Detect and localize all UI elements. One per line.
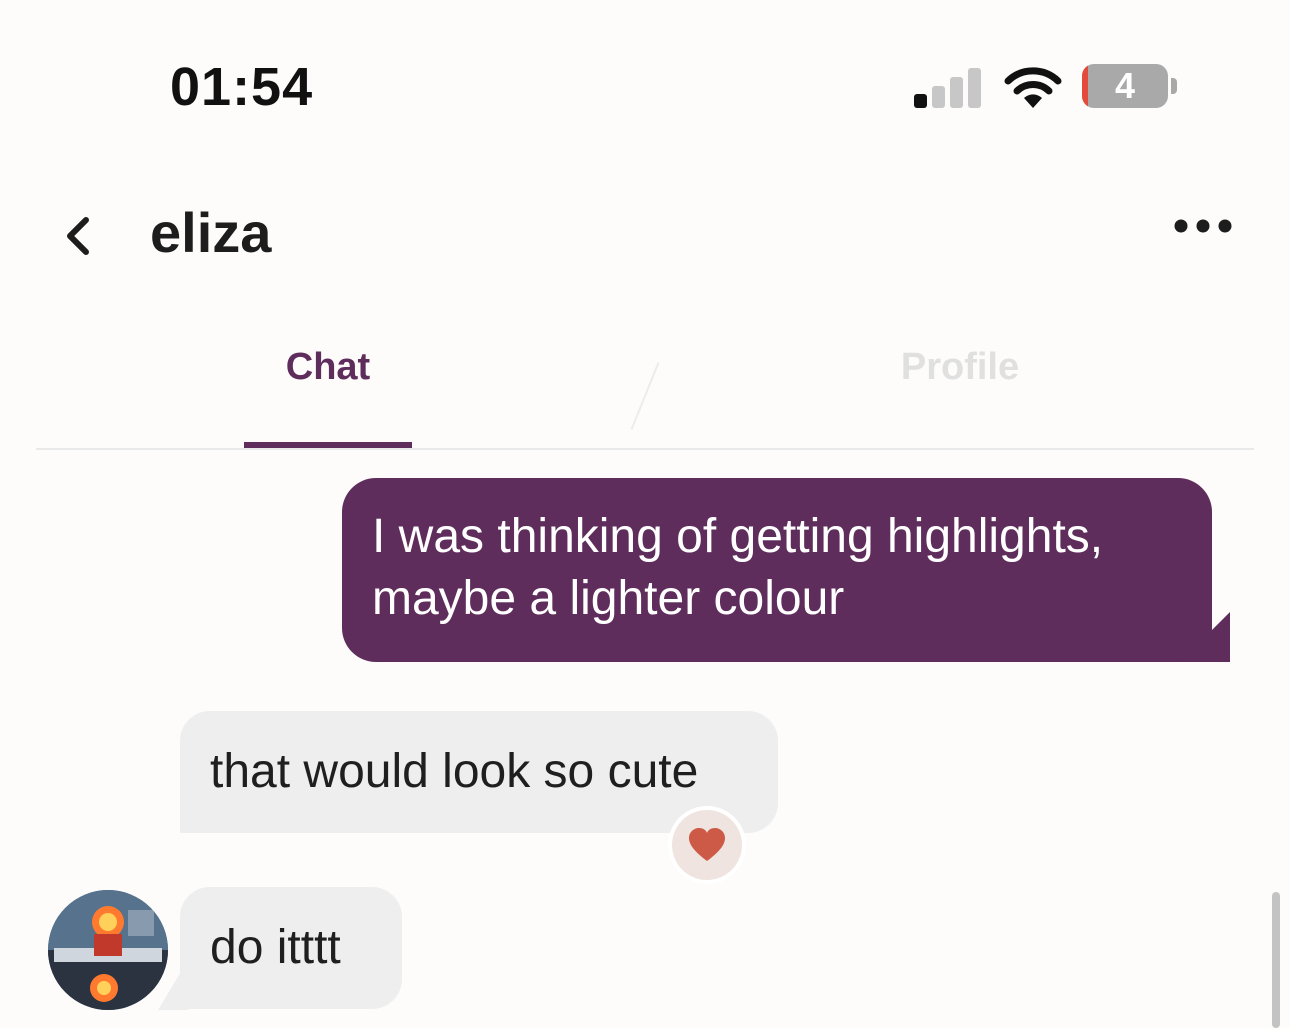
tab-profile[interactable]: Profile <box>860 346 1060 396</box>
more-options-button[interactable] <box>1168 208 1238 244</box>
battery-icon: 4 <box>1082 64 1168 108</box>
status-time: 01:54 <box>170 57 314 117</box>
chat-screen: 01:54 4 eliza Chat Profile I was thinkin… <box>0 0 1290 1028</box>
avatar-photo <box>48 890 168 1010</box>
tab-chat[interactable]: Chat <box>244 346 412 396</box>
heart-icon <box>689 828 725 861</box>
ellipsis-icon <box>1174 219 1232 233</box>
cellular-signal-icon <box>914 66 984 108</box>
outgoing-message[interactable]: I was thinking of getting highlights, ma… <box>342 478 1212 662</box>
contact-name[interactable]: eliza <box>150 200 271 265</box>
battery-tip <box>1171 78 1177 94</box>
back-button[interactable] <box>52 208 102 264</box>
incoming-message[interactable]: do itttt <box>180 887 402 1009</box>
chevron-left-icon <box>67 217 89 255</box>
wifi-icon <box>1004 67 1062 108</box>
scrollbar[interactable] <box>1272 892 1280 1028</box>
message-reaction[interactable] <box>672 810 742 880</box>
tab-divider <box>630 362 660 430</box>
outgoing-bubble-tail <box>1180 612 1230 662</box>
header-divider <box>36 448 1254 450</box>
avatar[interactable] <box>48 890 168 1010</box>
